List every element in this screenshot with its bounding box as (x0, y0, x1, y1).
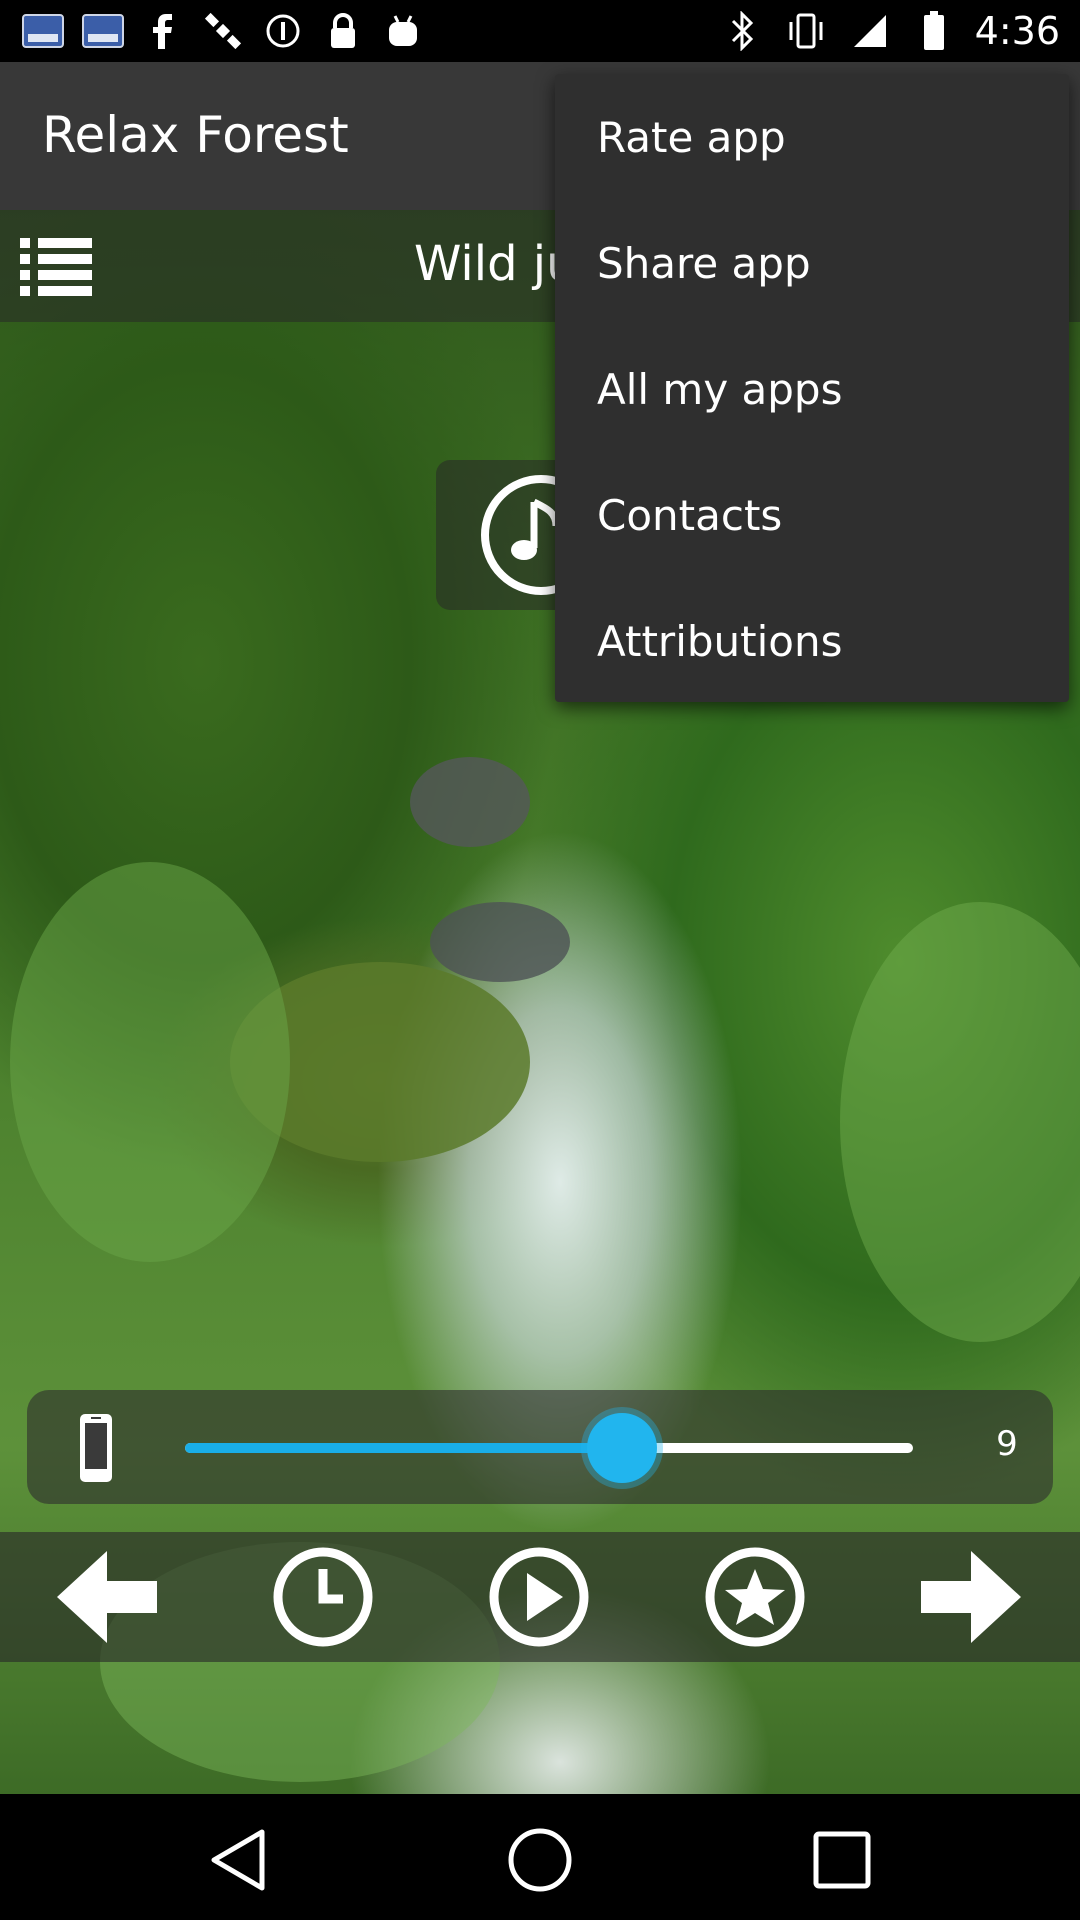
battery-icon (911, 11, 957, 51)
home-circle-icon (508, 1828, 572, 1892)
next-button[interactable] (916, 1547, 1026, 1647)
english-keyboard-icon (20, 11, 66, 51)
phone-icon[interactable] (63, 1412, 129, 1484)
arrow-left-icon (57, 1551, 157, 1643)
menu-item-share-app[interactable]: Share app (555, 200, 1069, 326)
previous-button[interactable] (52, 1547, 162, 1647)
menu-item-all-my-apps[interactable]: All my apps (555, 326, 1069, 452)
control-bar (0, 1532, 1080, 1662)
list-icon[interactable] (18, 234, 96, 298)
english-keyboard-icon (80, 11, 126, 51)
volume-value: 9 (996, 1424, 1018, 1464)
back-triangle-icon (211, 1829, 265, 1891)
recents-square-icon (813, 1831, 871, 1889)
lock-icon (320, 11, 366, 51)
signal-icon (847, 11, 893, 51)
volume-panel: 9 (27, 1390, 1053, 1504)
menu-item-contacts[interactable]: Contacts (555, 452, 1069, 578)
volume-slider-thumb[interactable] (586, 1413, 657, 1483)
menu-item-attributions[interactable]: Attributions (555, 578, 1069, 704)
home-button[interactable] (500, 1820, 580, 1900)
navigation-bar (0, 1794, 1080, 1920)
facebook-icon (140, 11, 186, 51)
star-icon (705, 1547, 805, 1647)
volume-slider[interactable] (185, 1413, 913, 1483)
overflow-menu: Rate app Share app All my apps Contacts … (555, 74, 1069, 702)
menu-item-rate-app[interactable]: Rate app (555, 74, 1069, 200)
timer-button[interactable] (268, 1547, 378, 1647)
arrow-right-icon (921, 1551, 1021, 1643)
recents-button[interactable] (802, 1820, 882, 1900)
clock-icon (273, 1547, 373, 1647)
favorite-button[interactable] (700, 1547, 810, 1647)
circle-pause-icon (260, 11, 306, 51)
back-button[interactable] (198, 1820, 278, 1900)
play-icon (489, 1547, 589, 1647)
clock-time: 4:36 (974, 9, 1060, 53)
play-button[interactable] (484, 1547, 594, 1647)
satellite-icon (200, 11, 246, 51)
app-title: Relax Forest (42, 106, 349, 164)
volume-slider-fill (185, 1443, 622, 1453)
bluetooth-icon (719, 11, 765, 51)
vibrate-icon (783, 11, 829, 51)
android-icon (380, 11, 426, 51)
track-title: Wild ju (414, 236, 577, 292)
status-bar: 4:36 (0, 0, 1080, 62)
